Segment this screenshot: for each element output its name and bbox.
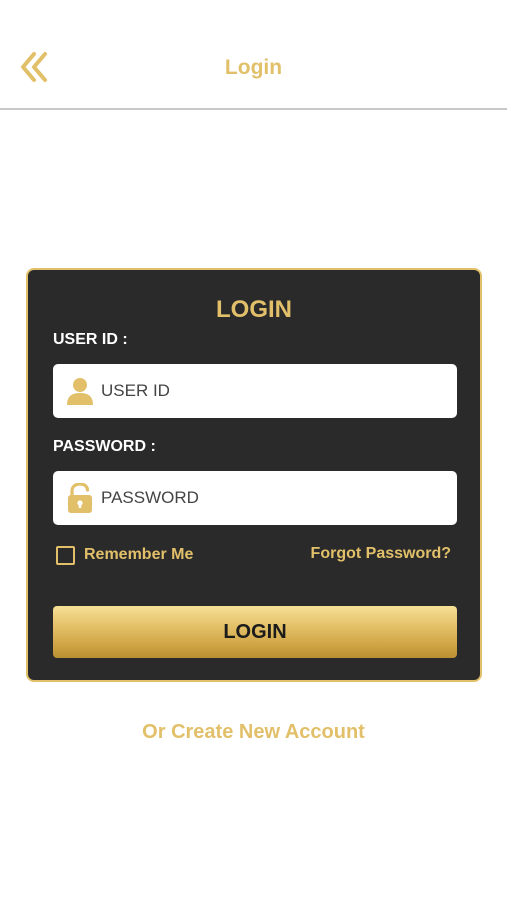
remember-me-toggle[interactable]: Remember Me xyxy=(56,543,193,567)
unlock-icon xyxy=(68,483,92,513)
create-account-link[interactable]: Or Create New Account xyxy=(0,721,507,744)
password-input[interactable] xyxy=(101,471,441,525)
login-button-label: LOGIN xyxy=(223,620,287,643)
remember-me-label: Remember Me xyxy=(84,546,194,563)
login-card-title: LOGIN xyxy=(216,296,292,323)
user-id-input[interactable] xyxy=(101,364,441,418)
page-title: Login xyxy=(224,56,283,79)
remember-me-checkbox[interactable] xyxy=(56,545,75,565)
login-button[interactable]: LOGIN xyxy=(53,606,457,658)
forgot-password-link[interactable]: Forgot Password? xyxy=(311,545,451,563)
login-card: LOGIN USER ID : PASSWORD : Remember Me F… xyxy=(26,268,482,682)
app-header: Login xyxy=(0,0,507,110)
password-field[interactable] xyxy=(53,471,457,525)
password-label: PASSWORD : xyxy=(53,438,156,455)
user-icon xyxy=(67,378,93,405)
user-id-label: USER ID : xyxy=(53,331,128,348)
user-id-field[interactable] xyxy=(53,364,457,418)
